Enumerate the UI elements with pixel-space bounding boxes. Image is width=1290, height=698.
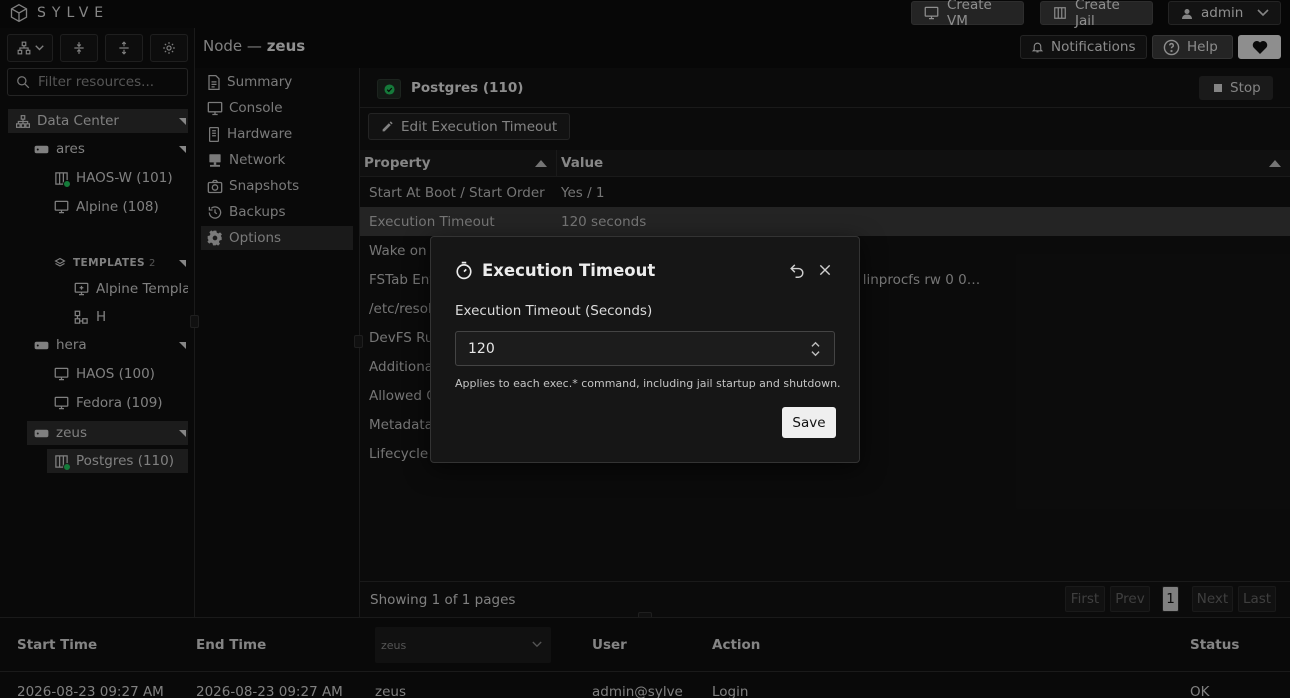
execution-timeout-dialog: Execution Timeout Execution Timeout (Sec… — [430, 236, 860, 463]
timeout-field-label: Execution Timeout (Seconds) — [455, 303, 653, 319]
save-label: Save — [792, 414, 826, 431]
timeout-seconds-input[interactable]: 120 — [455, 331, 835, 366]
dialog-title: Execution Timeout — [455, 261, 655, 280]
save-button[interactable]: Save — [782, 407, 836, 438]
timer-icon — [455, 261, 473, 280]
close-icon[interactable] — [818, 263, 832, 277]
timeout-value: 120 — [468, 340, 495, 357]
timeout-help-text: Applies to each exec.* command, includin… — [455, 377, 841, 390]
reset-icon[interactable] — [788, 262, 806, 278]
stepper-icon[interactable] — [811, 341, 820, 357]
dialog-title-text: Execution Timeout — [482, 261, 656, 280]
